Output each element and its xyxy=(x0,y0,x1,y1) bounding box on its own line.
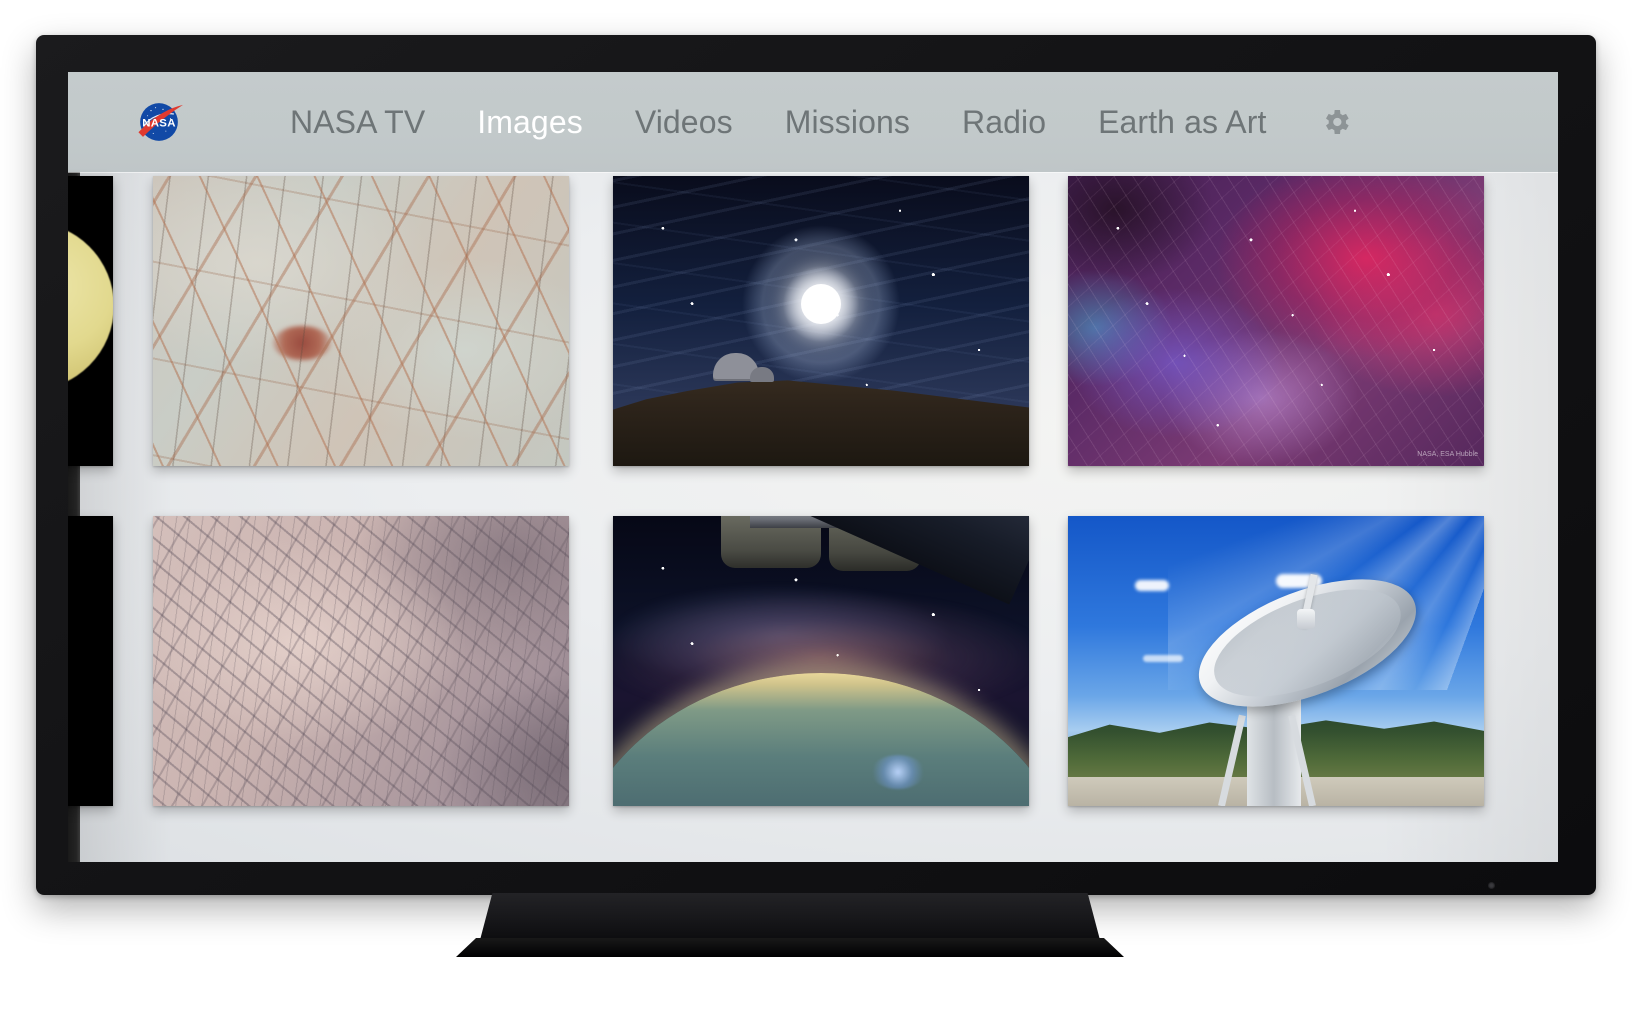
black-artwork xyxy=(68,516,113,806)
dish-feed-horn xyxy=(1296,608,1315,629)
image-tile-lunar-halo[interactable] xyxy=(613,176,1029,466)
image-tile-iss-earth-limb[interactable] xyxy=(613,516,1029,806)
image-tile-black-partial[interactable] xyxy=(68,516,113,806)
terrain-artwork xyxy=(153,516,569,806)
iss-artwork xyxy=(613,516,1029,806)
nasa-logo-icon: NASA xyxy=(130,98,188,146)
lightning-storm xyxy=(870,754,925,789)
nav-item-videos[interactable]: Videos xyxy=(609,100,759,145)
europa-artwork xyxy=(153,176,569,466)
lunar-halo-artwork xyxy=(613,176,1029,466)
image-tile-europa[interactable] xyxy=(153,176,569,466)
nav-item-radio[interactable]: Radio xyxy=(936,100,1072,145)
image-tile-venus-partial[interactable] xyxy=(68,176,113,466)
gear-icon xyxy=(1326,110,1350,134)
nav-item-list: NASA TV Images Videos Missions Radio Ear… xyxy=(264,100,1356,145)
star-field xyxy=(1068,176,1484,466)
tv-stand-base xyxy=(456,938,1124,957)
nav-item-images[interactable]: Images xyxy=(451,100,609,145)
venus-artwork xyxy=(68,176,113,466)
image-tile-radio-dish[interactable] xyxy=(1068,516,1484,806)
image-credit: NASA, ESA Hubble xyxy=(1417,451,1478,459)
screenshot-stage: NASA NASA TV Images Videos Missions Radi… xyxy=(0,0,1632,1032)
svg-text:NASA: NASA xyxy=(142,118,175,130)
moon-disc xyxy=(801,283,841,324)
observatory-dome-small xyxy=(750,366,775,382)
cloud xyxy=(1142,655,1183,663)
nebula-artwork: NASA, ESA Hubble xyxy=(1068,176,1484,466)
tv-screen: NASA NASA TV Images Videos Missions Radi… xyxy=(68,72,1558,862)
top-navigation-bar: NASA NASA TV Images Videos Missions Radi… xyxy=(68,72,1558,172)
nav-item-missions[interactable]: Missions xyxy=(759,100,936,145)
settings-button[interactable] xyxy=(1316,102,1356,142)
nav-item-earth-as-art[interactable]: Earth as Art xyxy=(1072,100,1292,145)
europa-red-spot xyxy=(273,326,331,360)
cloud xyxy=(1134,579,1169,591)
tv-stand-neck xyxy=(480,893,1100,940)
image-tile-nebula[interactable]: NASA, ESA Hubble xyxy=(1068,176,1484,466)
radio-dish-artwork xyxy=(1068,516,1484,806)
image-grid: NASA, ESA Hubble xyxy=(68,172,1558,862)
tv-power-indicator xyxy=(1488,882,1495,889)
nav-item-nasa-tv[interactable]: NASA TV xyxy=(264,100,451,145)
image-tile-earth-terrain[interactable] xyxy=(153,516,569,806)
